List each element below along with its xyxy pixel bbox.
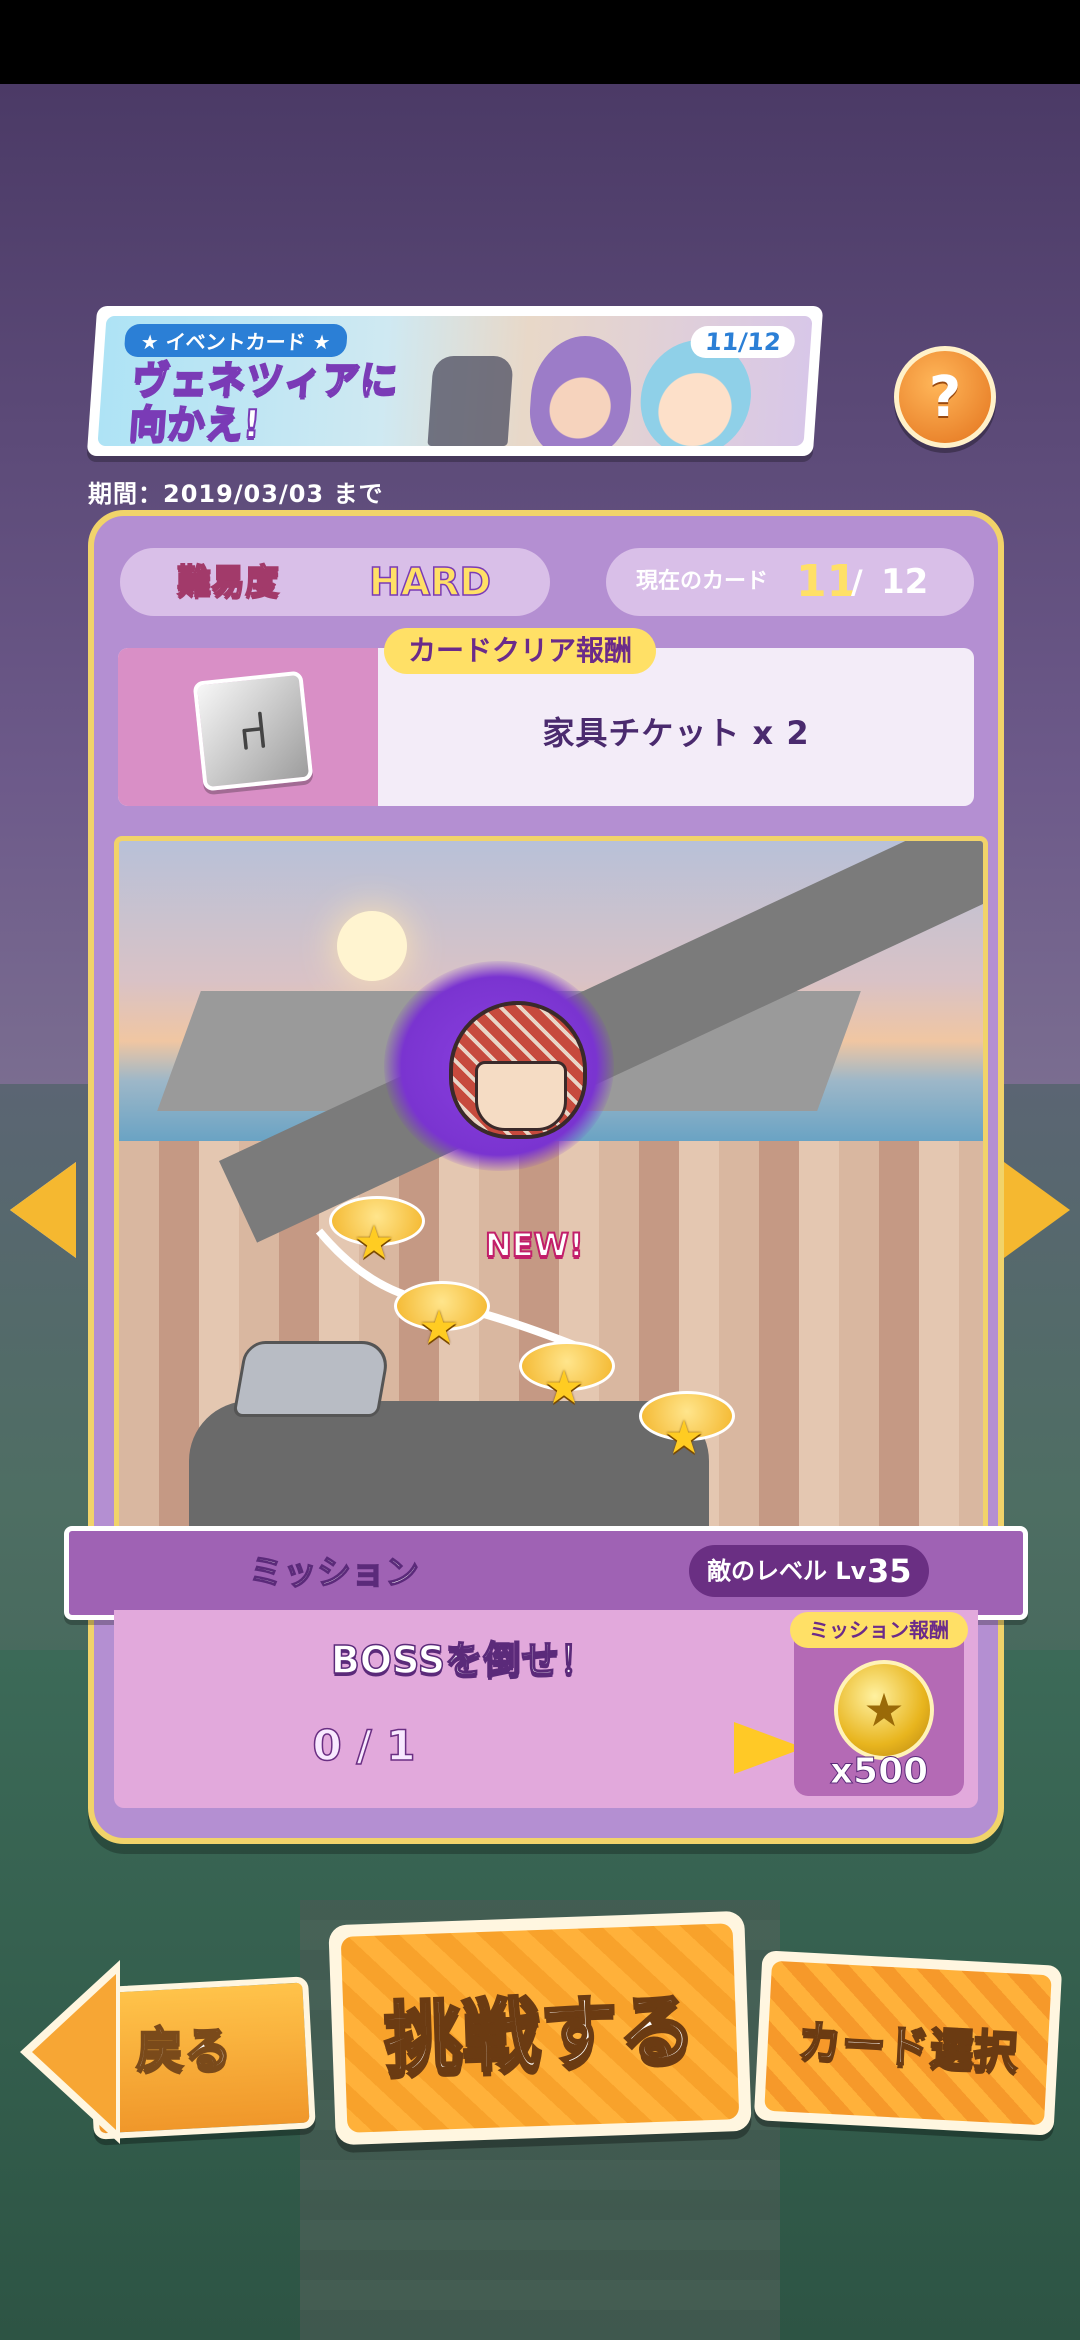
current-card-number: 11	[796, 556, 858, 607]
card-clear-reward-tag: カードクリア報酬	[384, 628, 657, 674]
mission-reward-tag: ミッション報酬	[790, 1612, 968, 1648]
card-select-button[interactable]: カード選択	[753, 1950, 1063, 2136]
star-icon: ★	[353, 1215, 395, 1269]
mission-progress: 0 / 1	[312, 1720, 417, 1771]
event-banner-title: ヴェネツィアに向かえ!	[126, 357, 400, 446]
difficulty-label: 難易度	[176, 561, 280, 603]
reward-icon-area: ⑁	[118, 648, 378, 806]
mission-reward: ミッション報酬 ★ x500	[790, 1612, 968, 1796]
mission-title: ミッション	[248, 1552, 420, 1594]
current-card-box: 現在のカード 11 / 12	[606, 548, 974, 616]
mission-reward-amount: x500	[829, 1751, 929, 1793]
character-portrait-purple	[526, 336, 636, 446]
coin-icon: ★	[834, 1660, 934, 1760]
enemy-level-box: 敵のレベル Lv 35	[689, 1545, 929, 1597]
star-icon: ★	[418, 1300, 460, 1354]
boss-face	[475, 1061, 567, 1131]
star-icon: ★	[543, 1360, 585, 1414]
chair-ticket-icon: ⑁	[192, 670, 314, 792]
back-button-label: 戻る	[135, 2021, 233, 2079]
challenge-button[interactable]: 挑戦する	[328, 1910, 752, 2146]
event-banner: ★ イベントカード ★ ヴェネツィアに向かえ! 11/12	[86, 306, 824, 456]
back-button[interactable]: 戻る	[20, 1956, 316, 2146]
difficulty-value: HARD	[368, 559, 492, 605]
mission-objective: BOSSを倒せ！	[330, 1637, 598, 1683]
stage-map: NEW! ★ ★ ★ ★	[114, 836, 988, 1546]
current-card-label: 現在のカード	[636, 569, 769, 594]
mission-ribbon: ミッション 敵のレベル Lv 35	[64, 1526, 1028, 1620]
road-foreground	[189, 1401, 709, 1541]
event-card-progress: 11/12	[690, 326, 796, 358]
star-icon: ★	[663, 1410, 705, 1464]
difficulty-box: 難易度 HARD	[120, 548, 550, 616]
enemy-level-value: 35	[867, 1552, 912, 1590]
mission-box: BOSSを倒せ！ 0 / 1 ミッション報酬 ★ x500	[114, 1610, 978, 1808]
next-card-arrow-icon[interactable]	[1004, 1162, 1070, 1258]
new-badge: NEW!	[484, 1225, 585, 1265]
status-bar	[0, 0, 1080, 84]
previous-card-arrow-icon[interactable]	[10, 1162, 76, 1258]
event-period: 期間：2019/03/03 まで	[88, 480, 384, 508]
challenge-button-label: 挑戦する	[381, 1983, 699, 2087]
enemy-level-label: 敵のレベル Lv	[707, 1557, 867, 1585]
card-select-button-label: カード選択	[796, 2015, 1020, 2079]
current-card-separator: /	[851, 563, 863, 601]
card-panel: 難易度 HARD 現在のカード 11 / 12 ⑁ 家具チケット x 2 カード…	[64, 510, 1028, 1844]
lion-statue-icon	[427, 356, 514, 446]
help-button[interactable]: ?	[894, 346, 996, 448]
question-icon: ?	[928, 364, 962, 430]
current-card-total: 12	[881, 562, 929, 602]
sun	[337, 911, 407, 981]
event-banner-art: ★ イベントカード ★ ヴェネツィアに向かえ! 11/12	[97, 316, 813, 446]
boss-stage-node[interactable]	[449, 1001, 587, 1139]
event-banner-tag: ★ イベントカード ★	[123, 324, 348, 357]
